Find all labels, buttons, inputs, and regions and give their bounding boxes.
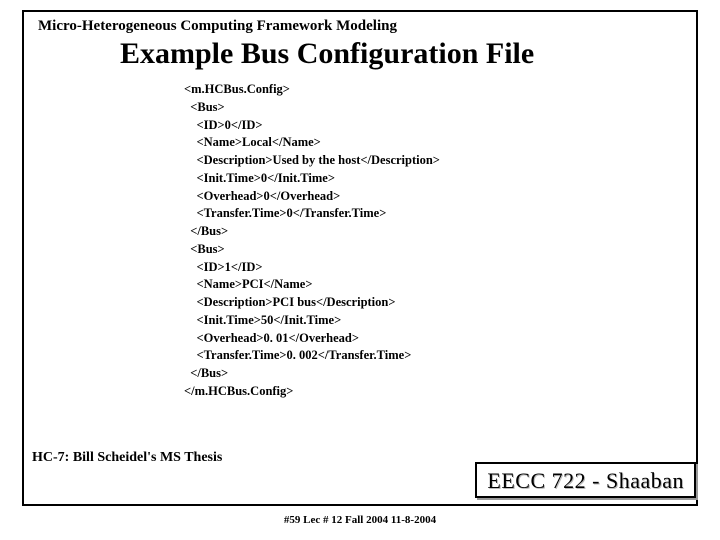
thesis-credit: HC-7: Bill Scheidel's MS Thesis (32, 450, 222, 466)
course-label: EECC 722 - Shaaban (487, 468, 684, 493)
config-code-block: <m.HCBus.Config> <Bus> <ID>0</ID> <Name>… (24, 81, 696, 401)
section-header: Micro-Heterogeneous Computing Framework … (24, 12, 696, 35)
slide-frame: Micro-Heterogeneous Computing Framework … (22, 10, 698, 506)
slide-footer: #59 Lec # 12 Fall 2004 11-8-2004 (0, 514, 720, 526)
course-badge: EECC 722 - Shaaban (475, 462, 696, 498)
slide-title: Example Bus Configuration File (24, 35, 696, 81)
